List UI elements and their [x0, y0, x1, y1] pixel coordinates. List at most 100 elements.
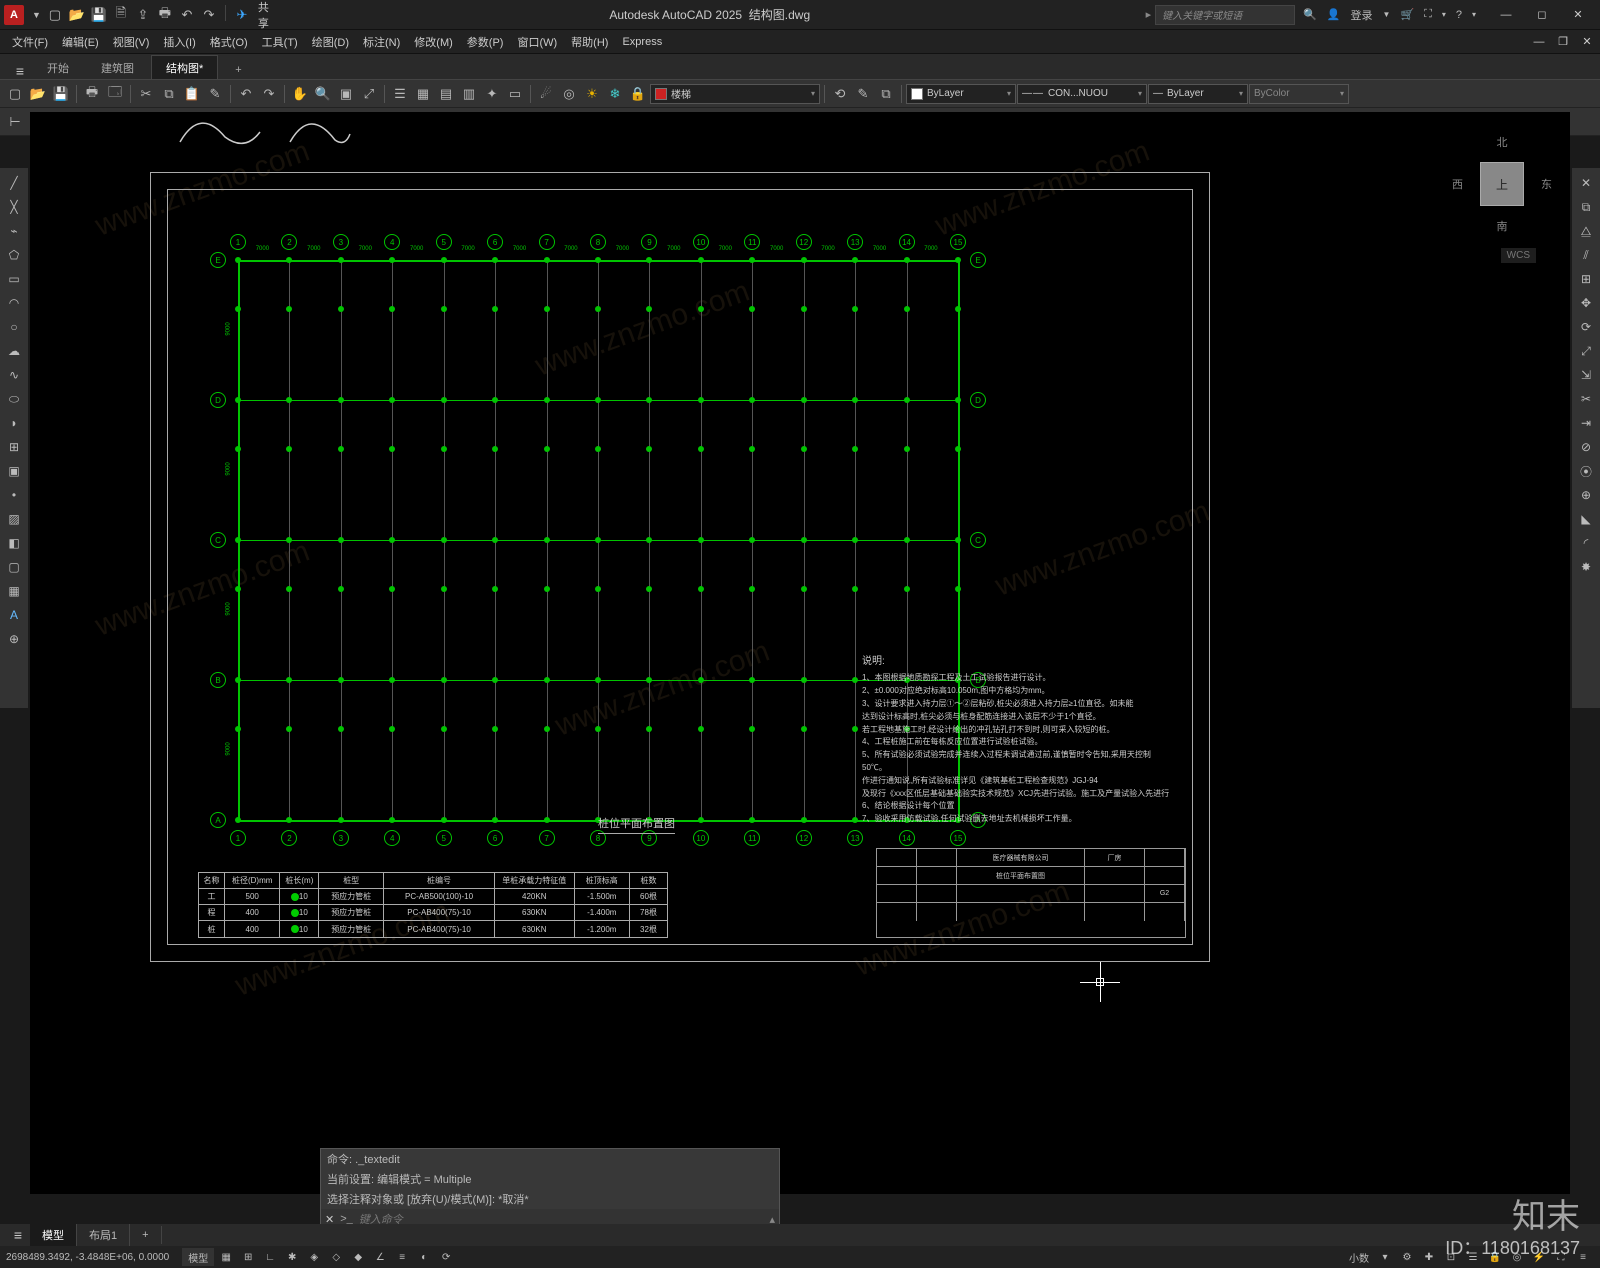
tb-undo2-icon[interactable]: ↶ — [235, 83, 257, 105]
table2-icon[interactable]: ▦ — [3, 580, 25, 602]
viewcube-north[interactable]: 北 — [1497, 134, 1508, 150]
menu-format[interactable]: 格式(O) — [204, 32, 254, 52]
color-combo[interactable]: ByColor▾ — [1249, 84, 1349, 104]
r-fillet-icon[interactable]: ◜ — [1575, 532, 1597, 554]
spline-icon[interactable]: ∿ — [3, 364, 25, 386]
polygon-icon[interactable]: ⬠ — [3, 244, 25, 266]
web-icon[interactable]: ⇪ — [133, 5, 153, 25]
tb-paste-icon[interactable]: 📋 — [181, 83, 203, 105]
redo-icon[interactable]: ↷ — [199, 5, 219, 25]
share-icon[interactable]: ✈ — [232, 5, 252, 25]
tb-preview-icon[interactable]: 🗔 — [104, 83, 126, 105]
insertblk-icon[interactable]: ⊞ — [3, 436, 25, 458]
tb-layermgr-icon[interactable]: ⧉ — [875, 83, 897, 105]
apps-icon[interactable]: ⛶ — [1424, 8, 1432, 21]
r-offset-icon[interactable]: ⫽ — [1575, 244, 1597, 266]
save-icon[interactable]: 💾 — [89, 5, 109, 25]
tb-qcalc-icon[interactable]: ▭ — [504, 83, 526, 105]
viewcube-top[interactable]: 上 — [1480, 162, 1524, 206]
hatch2-icon[interactable]: ▨ — [3, 508, 25, 530]
cycling-icon[interactable]: ⟳ — [436, 1248, 456, 1266]
linetype-combo[interactable]: —— CON...NUOU▾ — [1017, 84, 1147, 104]
menu-help[interactable]: 帮助(H) — [565, 32, 614, 52]
doc-min-icon[interactable]: — — [1530, 33, 1548, 51]
r-mirror-icon[interactable]: ⧋ — [1575, 220, 1597, 242]
tb-save-icon[interactable]: 💾 — [50, 83, 72, 105]
tb-pan-icon[interactable]: ✋ — [289, 83, 311, 105]
viewcube[interactable]: 北 南 东 西 上 — [1452, 134, 1552, 234]
ellipsearc-icon[interactable]: ◗ — [3, 412, 25, 434]
tb-layerprev-icon[interactable]: ✎ — [852, 83, 874, 105]
menu-window[interactable]: 窗口(W) — [511, 32, 563, 52]
menu-dimension[interactable]: 标注(N) — [357, 32, 406, 52]
tb-new-icon[interactable]: ▢ — [4, 83, 26, 105]
app-menu-chevron-icon[interactable]: ▼ — [32, 10, 41, 20]
tab-struct[interactable]: 结构图* — [151, 55, 218, 79]
share-label[interactable]: 共享 — [254, 5, 274, 25]
login-label[interactable]: 登录 — [1351, 7, 1373, 23]
pline-icon[interactable]: ⌁ — [3, 220, 25, 242]
command-window[interactable]: 命令: ._textedit 当前设置: 编辑模式 = Multiple 选择注… — [320, 1148, 780, 1230]
polar-toggle-icon[interactable]: ✱ — [282, 1248, 302, 1266]
r-break-icon[interactable]: ⦿ — [1575, 460, 1597, 482]
cleanscreen-icon[interactable]: ⛶ — [1551, 1248, 1571, 1266]
close-button[interactable]: ✕ — [1560, 2, 1596, 28]
rect-icon[interactable]: ▭ — [3, 268, 25, 290]
r-chamfer-icon[interactable]: ◣ — [1575, 508, 1597, 530]
doc-restore-icon[interactable]: ❐ — [1554, 33, 1572, 51]
r-scale-icon[interactable]: ⤢ — [1575, 340, 1597, 362]
doc-close-icon[interactable]: ✕ — [1578, 33, 1596, 51]
r-breakpt-icon[interactable]: ⊘ — [1575, 436, 1597, 458]
tab-start[interactable]: 开始 — [32, 55, 84, 79]
search-go-icon[interactable]: 🔍 — [1303, 8, 1317, 21]
undo-icon[interactable]: ↶ — [177, 5, 197, 25]
tb-layeriso-icon[interactable]: ◎ — [558, 83, 580, 105]
tb-open-icon[interactable]: 📂 — [27, 83, 49, 105]
tb-dcenter-icon[interactable]: ▦ — [412, 83, 434, 105]
open-icon[interactable]: 📂 — [67, 5, 87, 25]
minimize-button[interactable]: — — [1488, 2, 1524, 28]
tb-zoomp-icon[interactable]: ⤢ — [358, 83, 380, 105]
tb-mkup-icon[interactable]: ✦ — [481, 83, 503, 105]
tb-freeze-icon[interactable]: ❄ — [604, 83, 626, 105]
annomon-icon[interactable]: ✚ — [1419, 1248, 1439, 1266]
wcs-label[interactable]: WCS — [1501, 248, 1536, 263]
tb-ssm-icon[interactable]: ▥ — [458, 83, 480, 105]
grid-toggle-icon[interactable]: ▦ — [216, 1248, 236, 1266]
lockui-icon[interactable]: 🔒 — [1485, 1248, 1505, 1266]
tb-zoomw-icon[interactable]: ▣ — [335, 83, 357, 105]
gradient-icon[interactable]: ◧ — [3, 532, 25, 554]
layer2-combo[interactable]: ByLayer▾ — [906, 84, 1016, 104]
isodraft-icon[interactable]: ◈ — [304, 1248, 324, 1266]
tb-copy-icon[interactable]: ⧉ — [158, 83, 180, 105]
plot-icon[interactable]: 🖶 — [155, 5, 175, 25]
new-icon[interactable]: ▢ — [45, 5, 65, 25]
tb-tpal-icon[interactable]: ▤ — [435, 83, 457, 105]
units-icon[interactable]: ⊡ — [1441, 1248, 1461, 1266]
lineweight-combo[interactable]: —ByLayer▾ — [1148, 84, 1248, 104]
layout-tab-model[interactable]: 模型 — [30, 1224, 77, 1246]
drawing-canvas[interactable]: www.znzmo.com www.znzmo.com www.znzmo.co… — [30, 112, 1570, 1194]
r-erase-icon[interactable]: ✕ — [1575, 172, 1597, 194]
tb-redo2-icon[interactable]: ↷ — [258, 83, 280, 105]
tb-sun-icon[interactable]: ☀ — [581, 83, 603, 105]
r-join-icon[interactable]: ⊕ — [1575, 484, 1597, 506]
tab-plus[interactable]: + — [220, 59, 256, 79]
menu-modify[interactable]: 修改(M) — [408, 32, 459, 52]
model-button[interactable]: 模型 — [182, 1248, 214, 1266]
revcloud-icon[interactable]: ☁ — [3, 340, 25, 362]
file-tab-icon[interactable]: ≡ — [8, 63, 32, 79]
mtext2-icon[interactable]: A — [3, 604, 25, 626]
r-stretch-icon[interactable]: ⇲ — [1575, 364, 1597, 386]
menu-draw[interactable]: 绘图(D) — [306, 32, 355, 52]
ortho-toggle-icon[interactable]: ∟ — [260, 1248, 280, 1266]
annoscale-label[interactable]: 小数 — [1345, 1248, 1373, 1266]
menu-file[interactable]: 文件(F) — [6, 32, 54, 52]
circle-icon[interactable]: ○ — [3, 316, 25, 338]
help-icon[interactable]: ? — [1456, 9, 1462, 21]
menu-insert[interactable]: 插入(I) — [157, 32, 201, 52]
isolate-icon[interactable]: ◎ — [1507, 1248, 1527, 1266]
r-copy-icon[interactable]: ⧉ — [1575, 196, 1597, 218]
maximize-button[interactable]: ◻ — [1524, 2, 1560, 28]
tb-zoom-icon[interactable]: 🔍 — [312, 83, 334, 105]
